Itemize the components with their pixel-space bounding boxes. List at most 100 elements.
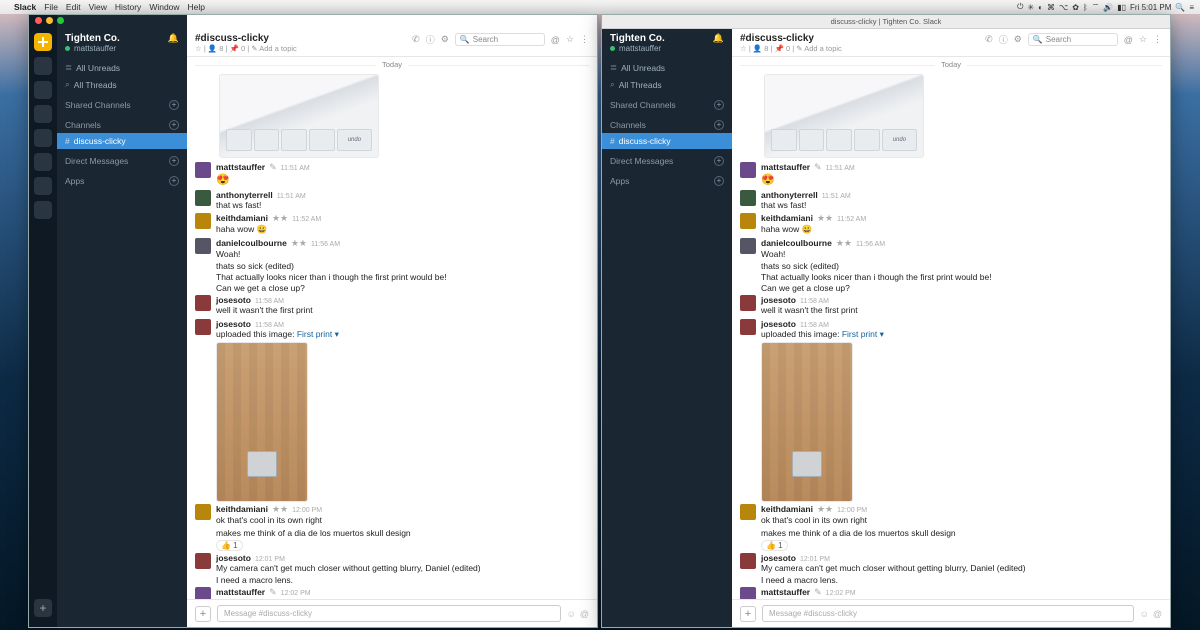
close-window-icon[interactable] [35, 17, 42, 24]
author[interactable]: danielcoulbourne [216, 238, 287, 248]
mention-icon[interactable]: @ [1153, 609, 1162, 619]
avatar[interactable] [740, 319, 756, 335]
avatar[interactable] [195, 553, 211, 569]
attach-button[interactable]: + [195, 606, 211, 622]
avatar[interactable] [740, 553, 756, 569]
workspace-item[interactable] [34, 57, 52, 75]
notifications-bell-icon[interactable]: 🔔 [713, 33, 724, 44]
avatar[interactable] [195, 238, 211, 254]
sidebar-shared-channels[interactable]: Shared Channels+ [57, 97, 187, 113]
menubar-clock[interactable]: Fri 5:01 PM [1130, 3, 1171, 12]
menubar-app[interactable]: Slack [14, 2, 36, 12]
workspace-item[interactable] [34, 177, 52, 195]
phone-icon[interactable]: ✆ [412, 34, 420, 45]
status-icon[interactable]: ⏻ [1017, 2, 1023, 12]
phone-icon[interactable]: ✆ [985, 34, 993, 45]
star-icon[interactable]: ☆ [740, 44, 747, 53]
author[interactable]: keithdamiani [761, 213, 813, 223]
add-app-icon[interactable]: + [169, 176, 179, 186]
message-list[interactable]: undo mattstauffer ✎ 11:51 AM 😍 anthonyte… [187, 72, 597, 599]
avatar[interactable] [740, 238, 756, 254]
message-list[interactable]: undo mattstauffer ✎ 11:51 AM 😍 anthonyte… [732, 72, 1170, 599]
add-topic-link[interactable]: Add a topic [804, 44, 842, 53]
star-icon[interactable]: ☆ [195, 44, 202, 53]
add-dm-icon[interactable]: + [169, 156, 179, 166]
current-user[interactable]: mattstauffer [74, 44, 116, 53]
avatar[interactable] [195, 587, 211, 599]
sidebar-apps-header[interactable]: Apps+ [602, 173, 732, 189]
workspace-item[interactable] [34, 201, 52, 219]
author[interactable]: keithdamiani [761, 504, 813, 514]
menubar-item[interactable]: Edit [66, 2, 81, 12]
menubar-item[interactable]: File [44, 2, 58, 12]
image-attachment-keyboard[interactable]: undo [219, 74, 379, 158]
sidebar-dms-header[interactable]: Direct Messages+ [602, 153, 732, 169]
author[interactable]: josesoto [216, 553, 251, 563]
status-icon[interactable]: ⌘ [1047, 3, 1055, 12]
sidebar-all-threads[interactable]: ⌕All Threads [57, 76, 187, 93]
image-attachment-firstprint[interactable] [761, 342, 853, 502]
sidebar-all-unreads[interactable]: ≣All Unreads [57, 59, 187, 76]
sidebar-channel-active[interactable]: #discuss-clicky [57, 133, 187, 149]
mentions-icon[interactable]: @ [1124, 35, 1133, 45]
workspace-primary[interactable] [34, 33, 52, 51]
avatar[interactable] [740, 190, 756, 206]
author[interactable]: danielcoulbourne [761, 238, 832, 248]
channel-title[interactable]: #discuss-clicky [195, 33, 297, 44]
bluetooth-icon[interactable]: ᛒ [1083, 3, 1088, 12]
avatar[interactable] [195, 162, 211, 178]
composer-input[interactable]: Message #discuss-clicky [217, 605, 561, 622]
author[interactable]: anthonyterrell [761, 190, 818, 200]
emoji-picker-icon[interactable]: ☺ [567, 609, 576, 619]
emoji-picker-icon[interactable]: ☺ [1140, 609, 1149, 619]
volume-icon[interactable]: 🔊 [1103, 3, 1113, 12]
current-user[interactable]: mattstauffer [619, 44, 661, 53]
search-input[interactable]: 🔍Search [1028, 33, 1118, 46]
avatar[interactable] [195, 319, 211, 335]
mention-icon[interactable]: @ [580, 609, 589, 619]
minimize-window-icon[interactable] [46, 17, 53, 24]
image-attachment-keyboard[interactable]: undo [764, 74, 924, 158]
battery-icon[interactable]: ▮▯ [1117, 3, 1126, 12]
search-input[interactable]: 🔍Search [455, 33, 545, 46]
member-count[interactable]: 8 [764, 44, 768, 53]
avatar[interactable] [195, 504, 211, 520]
more-icon[interactable]: ⋮ [1153, 34, 1162, 45]
wifi-icon[interactable]: ⌔ [1092, 2, 1100, 12]
settings-gear-icon[interactable]: ⚙ [1014, 34, 1022, 45]
member-count[interactable]: 8 [219, 44, 223, 53]
sidebar-channels-header[interactable]: Channels+ [602, 117, 732, 133]
avatar[interactable] [740, 213, 756, 229]
author[interactable]: josesoto [761, 295, 796, 305]
mentions-icon[interactable]: @ [551, 35, 560, 45]
avatar[interactable] [740, 295, 756, 311]
reaction-chip[interactable]: 👍 1 [761, 540, 788, 551]
menubar-item[interactable]: Help [188, 2, 205, 12]
avatar[interactable] [740, 504, 756, 520]
status-icon[interactable]: ✳︎ [1027, 3, 1034, 12]
pin-count[interactable]: 0 [241, 44, 245, 53]
add-channel-icon[interactable]: + [169, 120, 179, 130]
avatar[interactable] [195, 295, 211, 311]
status-icon[interactable]: ◐ [1038, 3, 1043, 12]
avatar[interactable] [740, 587, 756, 599]
team-name[interactable]: Tighten Co. [610, 33, 665, 44]
add-channel-icon[interactable]: + [714, 120, 724, 130]
attach-button[interactable]: + [740, 606, 756, 622]
team-name[interactable]: Tighten Co. [65, 33, 120, 44]
workspace-item[interactable] [34, 81, 52, 99]
reaction-chip[interactable]: 👍 1 [216, 540, 243, 551]
info-icon[interactable]: ⓘ [426, 33, 435, 46]
sidebar-channels-header[interactable]: Channels+ [57, 117, 187, 133]
spotlight-icon[interactable]: 🔍 [1175, 3, 1185, 12]
add-icon[interactable]: + [714, 100, 724, 110]
sidebar-all-threads[interactable]: ⌕All Threads [602, 76, 732, 93]
author[interactable]: keithdamiani [216, 504, 268, 514]
sidebar-dms-header[interactable]: Direct Messages+ [57, 153, 187, 169]
avatar[interactable] [195, 213, 211, 229]
author[interactable]: mattstauffer [216, 587, 265, 597]
add-app-icon[interactable]: + [714, 176, 724, 186]
author[interactable]: mattstauffer [761, 162, 810, 172]
workspace-item[interactable] [34, 129, 52, 147]
sidebar-channel-active[interactable]: #discuss-clicky [602, 133, 732, 149]
